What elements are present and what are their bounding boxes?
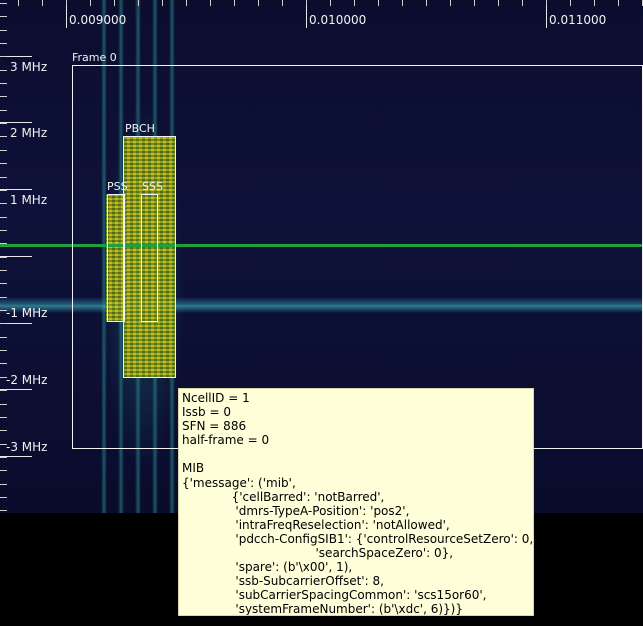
freq-minor-tick (0, 484, 7, 485)
time-minor-tick (426, 0, 427, 6)
freq-minor-tick (0, 390, 7, 391)
freq-minor-tick (0, 430, 7, 431)
time-minor-tick (186, 0, 187, 6)
info-line: SFN = 886 (182, 419, 247, 434)
time-minor-tick (210, 0, 211, 6)
freq-label: 2 MHz (10, 126, 48, 140)
time-minor-tick (306, 0, 307, 6)
spectrogram-viewer[interactable]: Frame 0 PBCH PSS SSS 0.009000 0.010000 0… (0, 0, 643, 626)
freq-label: 3 MHz (10, 60, 48, 74)
freq-minor-tick (0, 350, 7, 351)
info-line: 'intraFreqReselection': 'notAllowed', (182, 517, 450, 532)
freq-label: -2 MHz (6, 373, 48, 387)
info-line (182, 447, 530, 461)
time-minor-tick (594, 0, 595, 6)
sss-box[interactable] (141, 194, 158, 322)
freq-minor-tick (0, 123, 7, 124)
freq-minor-tick (0, 203, 7, 204)
info-line: MIB (182, 461, 205, 476)
time-minor-tick (258, 0, 259, 6)
time-label: 0.010000 (309, 13, 367, 27)
freq-minor-tick (0, 417, 7, 418)
time-minor-tick (234, 0, 235, 6)
frequency-axis: 3 MHz 2 MHz 1 MHz -1 MHz -2 MHz -3 MHz (0, 0, 60, 513)
freq-minor-tick (0, 243, 7, 244)
info-line: 'ssb-SubcarrierOffset': 8, (182, 574, 384, 589)
info-line: {'message': ('mib', (182, 475, 296, 490)
freq-minor-tick (0, 96, 7, 97)
freq-minor-tick (0, 497, 7, 498)
time-minor-tick (450, 0, 451, 6)
freq-label: 1 MHz (10, 193, 48, 207)
freq-minor-tick (0, 377, 7, 378)
time-label: 0.011000 (549, 13, 607, 27)
time-minor-tick (570, 0, 571, 6)
freq-label: -3 MHz (6, 440, 48, 454)
freq-minor-tick (0, 217, 7, 218)
freq-minor-tick (0, 283, 7, 284)
time-minor-tick (618, 0, 619, 6)
freq-minor-tick (0, 323, 7, 324)
info-line: 'pdcch-ConfigSIB1': {'controlResourceSet… (182, 531, 534, 546)
freq-minor-tick (0, 83, 7, 84)
frame-label: Frame 0 (72, 51, 117, 64)
info-line: {'cellBarred': 'notBarred', (182, 489, 385, 504)
time-minor-tick (114, 0, 115, 6)
time-minor-tick (282, 0, 283, 6)
time-minor-tick (522, 0, 523, 6)
sss-label: SSS (142, 180, 163, 193)
ssb-info-tooltip: NcellID = 1 Issb = 0 SFN = 886 half-fram… (178, 388, 534, 616)
freq-label: -1 MHz (6, 306, 48, 320)
pbch-label: PBCH (125, 122, 155, 135)
info-line: half-frame = 0 (182, 433, 270, 448)
freq-minor-tick (0, 30, 7, 31)
freq-minor-tick (0, 230, 7, 231)
freq-minor-tick (0, 510, 7, 511)
time-minor-tick (378, 0, 379, 6)
time-minor-tick (402, 0, 403, 6)
info-line: Issb = 0 (182, 405, 231, 420)
freq-minor-tick (0, 70, 7, 71)
time-minor-tick (546, 0, 547, 6)
freq-minor-tick (0, 257, 7, 258)
time-axis: 0.009000 0.010000 0.011000 (0, 0, 643, 30)
time-minor-tick (90, 0, 91, 6)
info-line: 'subCarrierSpacingCommon': 'scs15or60', (182, 588, 487, 603)
freq-minor-tick (0, 470, 7, 471)
freq-minor-tick (0, 136, 7, 137)
freq-minor-tick (0, 56, 7, 57)
freq-minor-tick (0, 110, 7, 111)
freq-minor-tick (0, 3, 7, 4)
info-line: 'spare': (b'\x00', 1), (182, 560, 353, 575)
freq-minor-tick (0, 43, 7, 44)
freq-minor-tick (0, 270, 7, 271)
freq-minor-tick (0, 190, 7, 191)
info-line: NcellID = 1 (182, 391, 250, 405)
freq-minor-tick (0, 16, 7, 17)
time-minor-tick (498, 0, 499, 6)
info-line: 'searchSpaceZero': 0}, (182, 546, 454, 561)
freq-minor-tick (0, 337, 7, 338)
pss-label: PSS (107, 180, 128, 193)
time-minor-tick (162, 0, 163, 6)
freq-minor-tick (0, 177, 7, 178)
freq-minor-tick (0, 163, 7, 164)
time-label: 0.009000 (69, 13, 127, 27)
freq-minor-tick (0, 457, 7, 458)
time-minor-tick (330, 0, 331, 6)
freq-minor-tick (0, 310, 7, 311)
freq-minor-tick (0, 444, 7, 445)
freq-minor-tick (0, 363, 7, 364)
info-line: 'dmrs-TypeA-Position': 'pos2', (182, 503, 410, 518)
freq-minor-tick (0, 404, 7, 405)
pss-box[interactable] (107, 194, 125, 322)
time-minor-tick (474, 0, 475, 6)
freq-minor-tick (0, 150, 7, 151)
time-minor-tick (354, 0, 355, 6)
info-line: 'systemFrameNumber': (b'\xdc', 6)})} (182, 602, 463, 616)
time-minor-tick (66, 0, 67, 6)
freq-minor-tick (0, 297, 7, 298)
time-minor-tick (138, 0, 139, 6)
